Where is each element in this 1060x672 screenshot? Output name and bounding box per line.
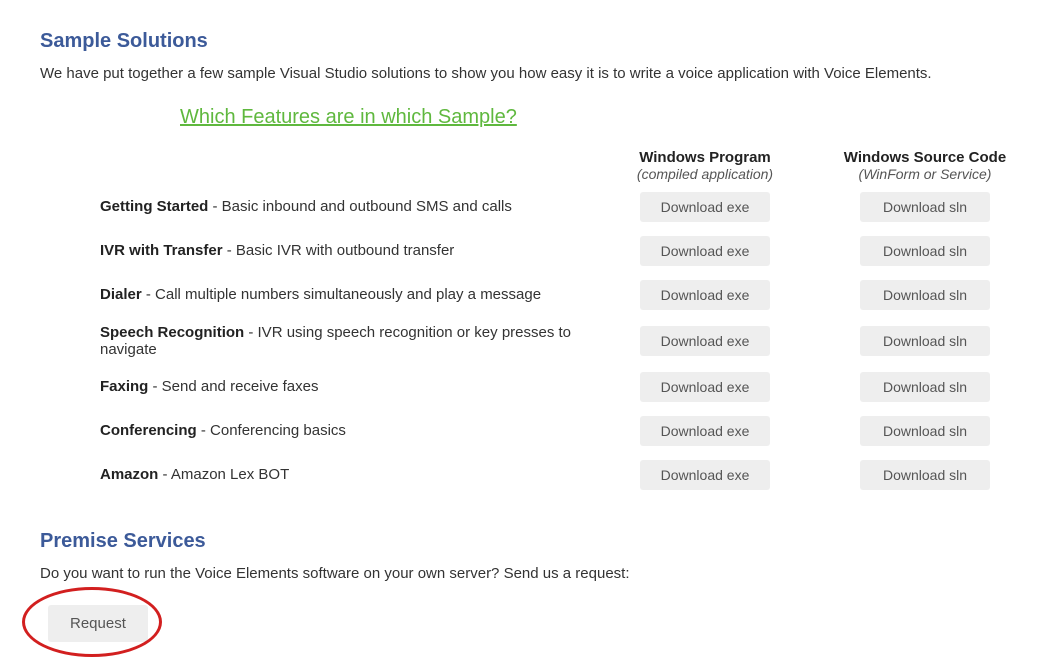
row-name: Getting Started	[100, 198, 208, 215]
sample-solutions-section: Sample Solutions We have put together a …	[40, 30, 1020, 490]
sample-solutions-intro: We have put together a few sample Visual…	[40, 63, 1020, 86]
download-exe-button[interactable]: Download exe	[640, 372, 770, 402]
table-row: Conferencing - Conferencing basics Downl…	[100, 416, 1020, 446]
table-row: Amazon - Amazon Lex BOT Download exe Dow…	[100, 460, 1020, 490]
download-sln-button[interactable]: Download sln	[860, 416, 990, 446]
row-name: Conferencing	[100, 422, 197, 439]
download-sln-button[interactable]: Download sln	[860, 460, 990, 490]
col-source-title: Windows Source Code	[830, 149, 1020, 166]
download-sln-button[interactable]: Download sln	[860, 236, 990, 266]
table-row: Faxing - Send and receive faxes Download…	[100, 372, 1020, 402]
download-exe-button[interactable]: Download exe	[640, 236, 770, 266]
row-desc: - Send and receive faxes	[148, 378, 318, 395]
request-wrapper: Request	[48, 605, 148, 642]
download-exe-button[interactable]: Download exe	[640, 192, 770, 222]
col-program-title: Windows Program	[610, 149, 800, 166]
download-exe-button[interactable]: Download exe	[640, 416, 770, 446]
col-source-subtitle: (WinForm or Service)	[830, 166, 1020, 182]
row-name: Amazon	[100, 466, 158, 483]
download-sln-button[interactable]: Download sln	[860, 326, 990, 356]
sample-solutions-title: Sample Solutions	[40, 30, 1020, 53]
table-row: Speech Recognition - IVR using speech re…	[100, 324, 1020, 358]
download-sln-button[interactable]: Download sln	[860, 192, 990, 222]
features-link[interactable]: Which Features are in which Sample?	[180, 106, 517, 129]
request-button[interactable]: Request	[48, 605, 148, 642]
row-name: Speech Recognition	[100, 324, 244, 341]
row-desc: - Call multiple numbers simultaneously a…	[142, 286, 541, 303]
row-desc: - Basic inbound and outbound SMS and cal…	[208, 198, 512, 215]
download-sln-button[interactable]: Download sln	[860, 372, 990, 402]
row-desc: - Amazon Lex BOT	[158, 466, 289, 483]
solutions-table-header: Windows Program (compiled application) W…	[100, 149, 1020, 192]
col-program-subtitle: (compiled application)	[610, 166, 800, 182]
row-desc: - Conferencing basics	[197, 422, 346, 439]
row-name: Faxing	[100, 378, 148, 395]
premise-text: Do you want to run the Voice Elements so…	[40, 563, 1020, 586]
download-exe-button[interactable]: Download exe	[640, 460, 770, 490]
download-sln-button[interactable]: Download sln	[860, 280, 990, 310]
download-exe-button[interactable]: Download exe	[640, 280, 770, 310]
table-row: Dialer - Call multiple numbers simultane…	[100, 280, 1020, 310]
premise-title: Premise Services	[40, 530, 1020, 553]
table-row: Getting Started - Basic inbound and outb…	[100, 192, 1020, 222]
download-exe-button[interactable]: Download exe	[640, 326, 770, 356]
premise-services-section: Premise Services Do you want to run the …	[40, 530, 1020, 643]
row-desc: - Basic IVR with outbound transfer	[223, 242, 455, 259]
solutions-table: Windows Program (compiled application) W…	[100, 149, 1020, 490]
row-name: IVR with Transfer	[100, 242, 223, 259]
table-row: IVR with Transfer - Basic IVR with outbo…	[100, 236, 1020, 266]
row-name: Dialer	[100, 286, 142, 303]
